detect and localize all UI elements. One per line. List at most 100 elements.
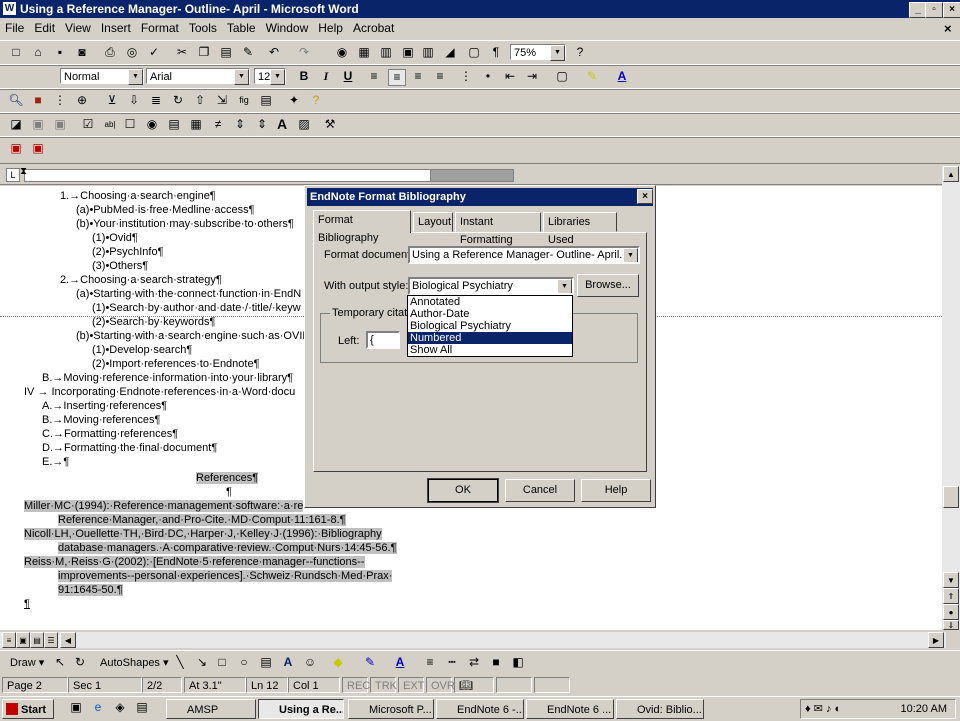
menu-help[interactable]: Help — [313, 19, 348, 37]
style-option-biological-psychiatry[interactable]: Biological Psychiatry — [408, 320, 572, 332]
maximize-button[interactable]: ▫ — [925, 2, 943, 18]
justify-icon[interactable]: ≡ — [432, 69, 448, 84]
print-view-icon[interactable]: ▤ — [30, 632, 44, 648]
dialog-close-button[interactable]: × — [637, 189, 653, 204]
tools-icon[interactable]: ⚒ — [322, 117, 338, 132]
quicklaunch-ie-icon[interactable]: e — [90, 700, 106, 715]
show-hide-icon[interactable]: ¶ — [488, 45, 504, 60]
drawing-icon[interactable]: ◢ — [442, 45, 458, 60]
dash-style-icon[interactable]: ┅ — [444, 655, 460, 670]
rectangle-icon[interactable]: □ — [214, 655, 230, 670]
combo-field-icon[interactable]: ☐ — [122, 117, 138, 132]
task-word[interactable]: Using a Re... — [258, 699, 344, 719]
save-icon[interactable]: ▪ — [52, 45, 68, 60]
arrow-style-icon[interactable]: ⇄ — [466, 655, 482, 670]
bold-icon[interactable]: B — [296, 69, 312, 84]
frame-icon[interactable]: ≠ — [210, 117, 226, 132]
text-field-icon[interactable]: ab| — [102, 117, 118, 132]
undo-icon[interactable]: ↶ — [266, 45, 282, 60]
field-options-icon[interactable]: ▤ — [166, 117, 182, 132]
redo-icon[interactable]: ↷ — [296, 45, 312, 60]
open-icon[interactable]: ⌂ — [30, 45, 46, 60]
close-button[interactable]: × — [943, 2, 960, 18]
quicklaunch-outlook-icon[interactable]: ◈ — [112, 700, 128, 715]
increase-indent-icon[interactable]: ⇥ — [524, 69, 540, 84]
remove-codes-icon[interactable]: ↻ — [170, 93, 186, 108]
task-ovid[interactable]: Ovid: Biblio... — [616, 699, 704, 719]
menu-file[interactable]: File — [0, 19, 29, 37]
draw-table-icon[interactable]: ◪ — [8, 117, 24, 132]
insert-note-icon[interactable]: ⊻ — [104, 93, 120, 108]
forms-icon-1[interactable]: ▣ — [30, 117, 46, 132]
status-trk[interactable]: TRK — [370, 677, 397, 693]
scroll-up-icon[interactable]: ▲ — [943, 166, 959, 182]
italic-icon[interactable]: I — [318, 69, 334, 84]
highlight-icon[interactable]: ✎ — [584, 69, 600, 84]
quicklaunch-desktop-icon[interactable]: ▣ — [68, 700, 84, 715]
menu-edit[interactable]: Edit — [29, 19, 60, 37]
select-objects-icon[interactable]: ↖ — [52, 655, 68, 670]
browse-object-icon[interactable]: ● — [943, 604, 959, 620]
scroll-down-icon[interactable]: ▼ — [943, 572, 959, 588]
go-to-endnote-icon[interactable]: ■ — [30, 93, 46, 108]
horizontal-ruler[interactable]: L ⧗ — [0, 166, 946, 185]
fill-color-icon[interactable]: ◆ — [330, 655, 346, 670]
menu-acrobat[interactable]: Acrobat — [348, 19, 399, 37]
convert-pdf-icon[interactable]: ▣ — [8, 141, 24, 156]
draw-font-color-icon[interactable]: A — [392, 655, 408, 670]
draw-menu[interactable]: Draw ▾ — [10, 656, 44, 669]
new-document-icon[interactable]: □ — [8, 45, 24, 60]
figure-icon[interactable]: fig — [236, 93, 252, 108]
unformat-icon[interactable]: ⇩ — [126, 93, 142, 108]
style-option-show-all[interactable]: Show All — [408, 344, 572, 356]
wordart-icon[interactable]: A — [280, 655, 296, 670]
numbering-icon[interactable]: ⋮ — [458, 69, 474, 84]
font-color-icon[interactable]: A — [614, 69, 630, 84]
export-traveling-icon[interactable]: ⇧ — [192, 93, 208, 108]
document-close-icon[interactable]: × — [944, 21, 952, 36]
oval-icon[interactable]: ○ — [236, 655, 252, 670]
ok-button[interactable]: OK — [427, 478, 499, 503]
previous-page-icon[interactable]: ⇑ — [943, 588, 959, 604]
align-right-icon[interactable]: ≡ — [410, 69, 426, 84]
task-endnote-1[interactable]: EndNote 6 -... — [436, 699, 524, 719]
font-select[interactable]: Arial ▼ — [146, 68, 250, 85]
find-citation-icon[interactable]: 🔍︎ — [8, 93, 24, 108]
line-color-icon[interactable]: ✎ — [362, 655, 378, 670]
task-endnote-2[interactable]: EndNote 6 ... — [526, 699, 614, 719]
shadow-icon[interactable]: ■ — [488, 655, 504, 670]
format-painter-icon[interactable]: ✎ — [240, 45, 256, 60]
outline-view-icon[interactable]: ☰ — [44, 632, 58, 648]
radio-icon[interactable]: ◉ — [144, 117, 160, 132]
arrow-icon[interactable]: ↘ — [194, 655, 210, 670]
underline-icon[interactable]: U — [340, 69, 356, 84]
insert-clipart-icon[interactable]: ☺ — [302, 655, 318, 670]
convert-pdf-email-icon[interactable]: ▣ — [30, 141, 46, 156]
format-bibliography-icon[interactable]: ≣ — [148, 93, 164, 108]
line-style-icon[interactable]: ≡ — [422, 655, 438, 670]
insert-excel-icon[interactable]: ▣ — [400, 45, 416, 60]
tables-borders-icon[interactable]: ▦ — [356, 45, 372, 60]
print-icon[interactable]: ⎙ — [102, 45, 118, 60]
insert-citation-icon[interactable]: ⋮ — [52, 93, 68, 108]
tab-instant-formatting[interactable]: Instant Formatting — [455, 212, 541, 246]
status-rec[interactable]: REC — [342, 677, 370, 693]
align-center-icon[interactable]: ≡ — [388, 69, 406, 86]
style-option-author-date[interactable]: Author-Date — [408, 308, 572, 320]
output-style-select[interactable]: Biological Psychiatry ▼ — [408, 277, 574, 295]
insert-table-icon[interactable]: ▥ — [378, 45, 394, 60]
image-icon[interactable]: ▨ — [296, 117, 312, 132]
zoom-select[interactable]: 75% ▼ — [510, 44, 566, 61]
menu-insert[interactable]: Insert — [96, 19, 136, 37]
permission-icon[interactable]: ◙ — [74, 45, 90, 60]
tab-libraries-used[interactable]: Libraries Used — [543, 212, 617, 246]
status-ext[interactable]: EXT — [398, 677, 424, 693]
help-icon[interactable]: ? — [572, 45, 588, 60]
menu-tools[interactable]: Tools — [184, 19, 222, 37]
next-page-icon[interactable]: ⇓ — [943, 620, 959, 630]
cancel-button[interactable]: Cancel — [505, 479, 575, 502]
start-button[interactable]: Start — [2, 699, 54, 719]
help-button[interactable]: Help — [581, 479, 651, 502]
shading-icon[interactable]: ⇕ — [232, 117, 248, 132]
decrease-indent-icon[interactable]: ⇤ — [502, 69, 518, 84]
